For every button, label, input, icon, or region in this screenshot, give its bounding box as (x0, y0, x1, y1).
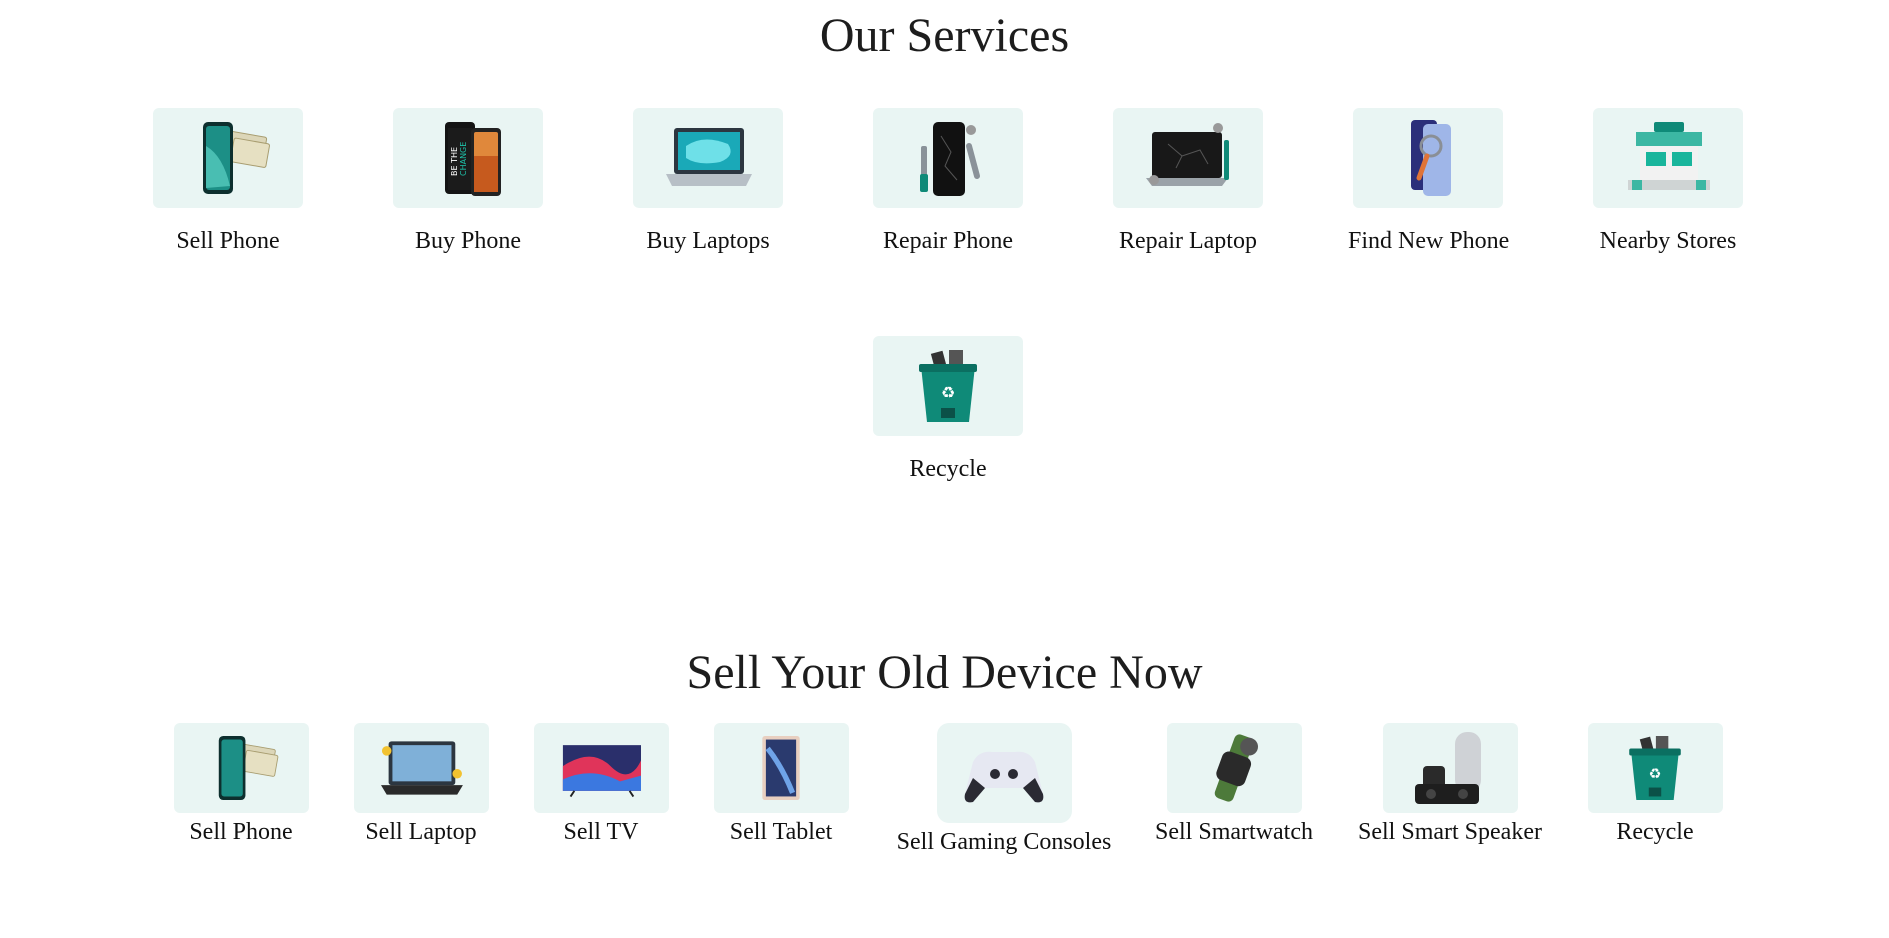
device-sell-gaming-consoles[interactable]: Sell Gaming Consoles (884, 723, 1124, 856)
speaker-icon (1415, 732, 1481, 804)
svg-text:CHANGE: CHANGE (459, 142, 468, 176)
phone-repair-icon (920, 122, 980, 196)
service-find-new-phone[interactable]: Find New Phone (1348, 108, 1510, 255)
device-tile (713, 723, 849, 813)
service-tile (1353, 108, 1503, 208)
service-label: Buy Laptops (646, 228, 770, 254)
device-tile (1166, 723, 1302, 813)
laptop-repair-icon (1146, 123, 1229, 186)
sell-devices-title: Sell Your Old Device Now (686, 646, 1203, 699)
service-tile: ♻ (873, 336, 1023, 436)
service-tile (633, 108, 783, 208)
device-tile (936, 723, 1072, 823)
device-label: Sell Tablet (729, 819, 833, 845)
service-label: Nearby Stores (1599, 228, 1737, 254)
service-label: Find New Phone (1348, 228, 1510, 254)
service-buy-phone[interactable]: BE THE CHANGE Buy Phone (388, 108, 548, 255)
service-label: Repair Laptop (1119, 228, 1257, 254)
svg-text:♻: ♻ (941, 383, 955, 402)
service-tile: BE THE CHANGE (393, 108, 543, 208)
phone-search-icon (1411, 120, 1451, 196)
service-tile (1113, 108, 1263, 208)
service-tile (153, 108, 303, 208)
service-tile (873, 108, 1023, 208)
device-tile (173, 723, 309, 813)
svg-text:♻: ♻ (1649, 767, 1662, 783)
service-label: Recycle (909, 456, 987, 482)
device-tile (1382, 723, 1518, 813)
service-repair-phone[interactable]: Repair Phone (868, 108, 1028, 255)
device-label: Recycle (1616, 819, 1694, 845)
gamepad-icon (964, 751, 1044, 803)
recycle-bin-icon: ♻ (1629, 736, 1681, 800)
services-title: Our Services (819, 9, 1070, 62)
service-sell-phone[interactable]: Sell Phone (148, 108, 308, 255)
service-repair-laptop[interactable]: Repair Laptop (1108, 108, 1268, 255)
device-tile: ♻ (1587, 723, 1723, 813)
device-sell-smartwatch[interactable]: Sell Smartwatch (1114, 723, 1354, 846)
device-label: Sell Smartwatch (1155, 819, 1313, 845)
service-nearby-stores[interactable]: Nearby Stores (1588, 108, 1748, 255)
store-icon (1628, 122, 1710, 190)
service-label: Buy Phone (414, 228, 521, 254)
device-tile (353, 723, 489, 813)
laptop-icon (666, 128, 752, 186)
device-tile (533, 723, 669, 813)
phone-cash-icon (218, 736, 279, 800)
device-sell-smart-speaker[interactable]: Sell Smart Speaker (1330, 723, 1570, 846)
service-buy-laptops[interactable]: Buy Laptops (628, 108, 788, 255)
phones-icon: BE THE CHANGE (445, 122, 501, 196)
device-recycle[interactable]: ♻ Recycle (1535, 723, 1775, 846)
recycle-bin-icon: ♻ (919, 350, 977, 422)
service-label: Repair Phone (883, 228, 1013, 254)
tablet-icon (762, 736, 800, 800)
phone-cash-icon (203, 122, 270, 194)
laptop-icon (381, 741, 463, 795)
service-recycle[interactable]: ♻ Recycle (868, 336, 1028, 483)
tv-icon (562, 745, 641, 798)
svg-text:BE THE: BE THE (450, 147, 459, 176)
smartwatch-icon (1214, 734, 1258, 802)
device-sell-tablet[interactable]: Sell Tablet (661, 723, 901, 846)
device-label: Sell Gaming Consoles (896, 829, 1112, 855)
service-tile (1593, 108, 1743, 208)
service-label: Sell Phone (176, 228, 280, 254)
device-label: Sell Smart Speaker (1358, 819, 1542, 845)
